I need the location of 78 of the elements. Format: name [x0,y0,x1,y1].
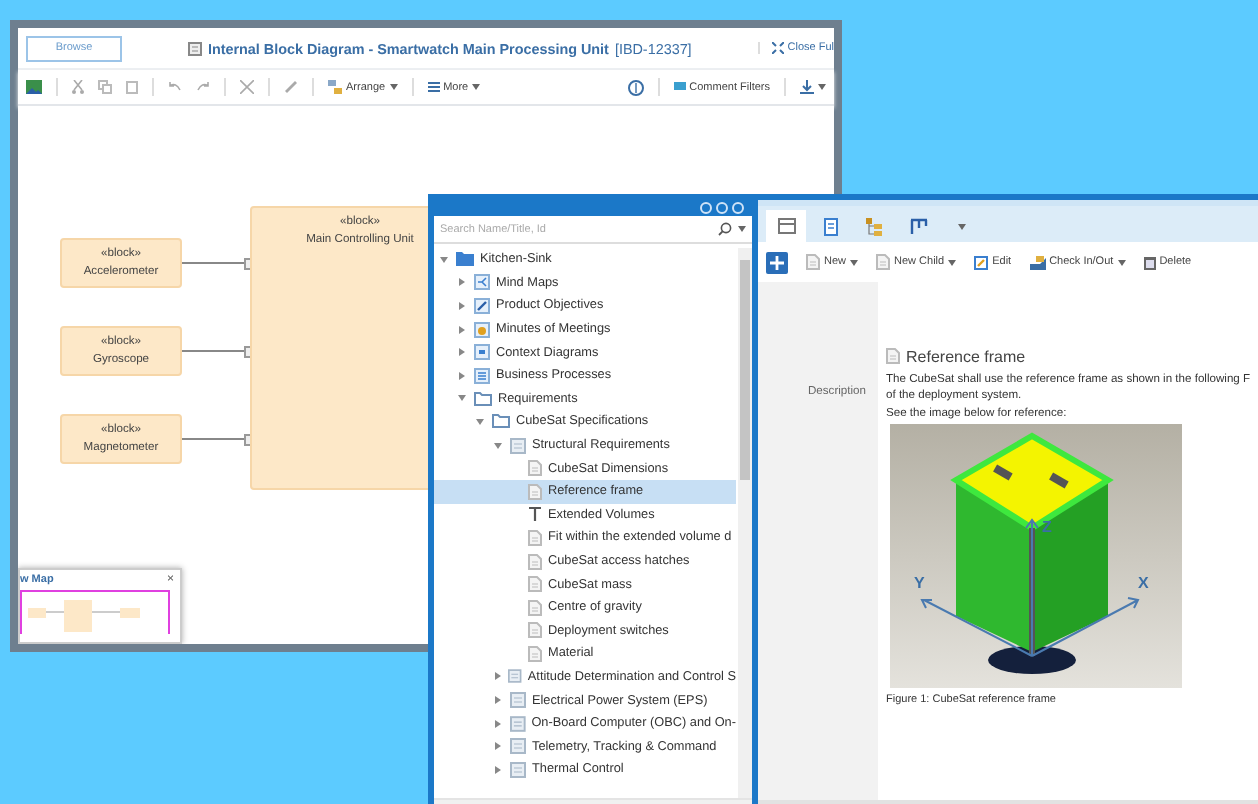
section-icon [510,738,526,755]
collapsed-arrow-icon [494,672,502,681]
cut-icon[interactable] [72,80,84,94]
mind-map-icon [474,274,490,291]
undo-icon[interactable] [168,82,182,92]
document-icon [876,254,891,270]
paste-icon[interactable] [126,80,138,94]
collapsed-arrow-icon [458,371,466,380]
expanded-arrow-icon [494,441,502,450]
item-heading: Reference frame [906,347,1026,365]
caret-icon [818,84,826,90]
caret-icon [958,223,966,229]
plus-icon [770,255,784,269]
caret-icon [850,259,859,265]
connector-line [182,350,246,352]
document-icon [528,645,542,662]
document-icon [528,483,542,500]
meeting-icon [474,321,490,338]
add-button[interactable] [766,251,788,273]
document-icon [528,622,542,639]
text-type-icon [528,506,542,523]
caret-icon [738,226,746,232]
collapsed-arrow-icon [458,348,466,357]
image-icon[interactable] [26,80,42,94]
hierarchy-icon [866,217,882,235]
document-icon [528,460,542,477]
document-icon [886,348,900,364]
objective-icon [474,297,490,314]
check-in-out-icon [1029,255,1046,269]
redo-icon[interactable] [196,82,210,92]
menu-icon [427,82,440,92]
folder-icon [456,252,474,267]
process-icon [474,367,490,384]
caret-icon [472,84,481,90]
expanded-arrow-icon [476,417,484,426]
document-icon [823,217,837,235]
collapse-icon [771,42,784,54]
cubesat-drawing: Z Y X [890,424,1182,689]
search-icon[interactable] [718,222,732,236]
collapsed-arrow-icon [494,742,502,751]
vertical-scrollbar[interactable] [738,248,752,798]
connector-line [182,262,246,264]
collapsed-arrow-icon [494,719,502,728]
download-icon [800,80,814,94]
section-icon [510,437,526,454]
document-icon [528,529,542,546]
copy-icon[interactable] [98,80,112,94]
close-icon[interactable] [240,80,254,94]
connector-line [182,438,246,440]
collapsed-arrow-icon [494,765,502,774]
section-icon [508,668,522,685]
arrange-icon [328,80,342,94]
caret-icon [948,259,957,265]
collapsed-arrow-icon [458,278,466,287]
trash-icon [1143,255,1156,269]
collapsed-arrow-icon [494,696,502,705]
flow-icon [909,218,927,234]
edit-icon [974,255,989,269]
document-icon [806,254,820,270]
caret-icon [389,84,398,90]
section-icon [510,692,526,709]
document-icon [528,599,542,616]
diagram-icon [474,344,490,361]
download-button[interactable] [800,80,826,94]
document-icon [528,553,542,570]
caret-icon [1117,259,1126,265]
section-icon [510,761,526,778]
collapsed-arrow-icon [458,301,466,310]
comment-icon [673,82,686,92]
view-tab[interactable] [766,210,806,242]
expanded-arrow-icon [458,394,466,403]
grid-icon [777,218,795,234]
brush-icon[interactable] [284,80,298,94]
expanded-arrow-icon [440,255,448,264]
section-icon [509,715,526,732]
diagram-icon [187,41,202,55]
collapsed-arrow-icon [458,325,466,334]
document-icon [528,576,542,593]
